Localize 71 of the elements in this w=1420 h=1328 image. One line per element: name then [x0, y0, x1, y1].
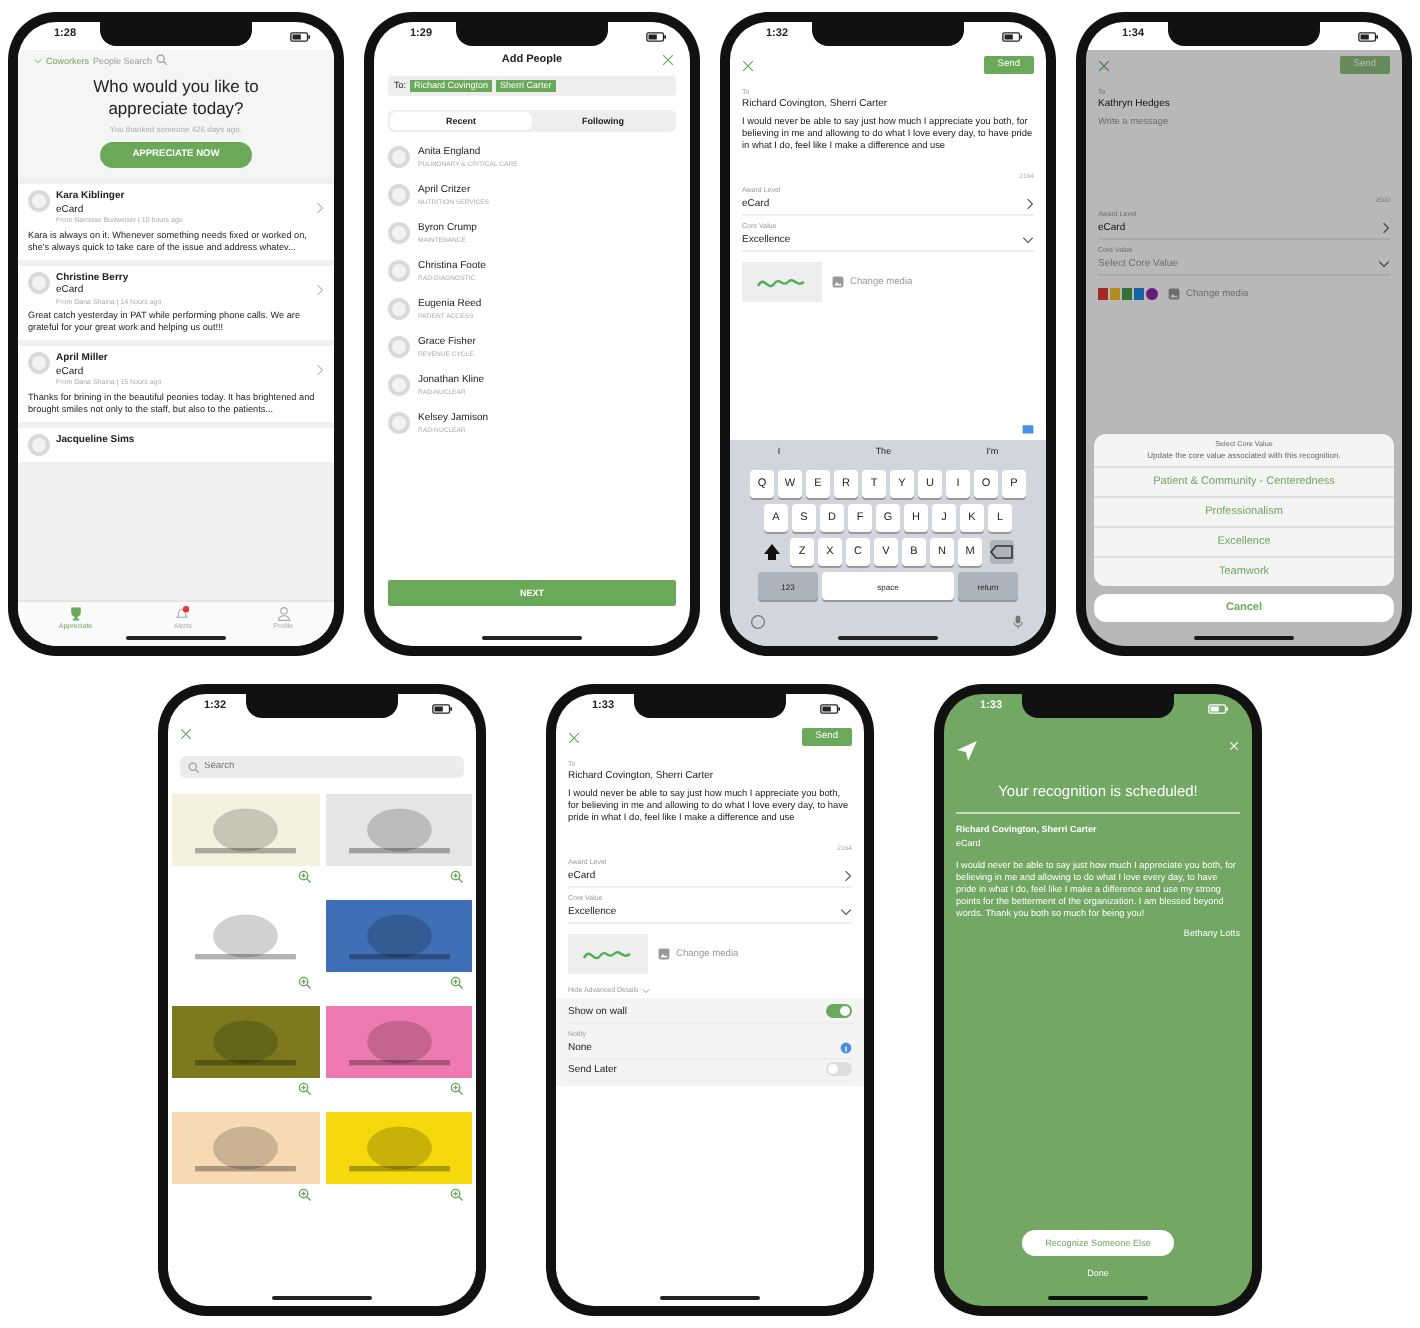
microphone-icon[interactable] — [1010, 614, 1026, 630]
close-icon[interactable] — [742, 59, 754, 71]
avatar-icon — [388, 221, 410, 244]
emoji-icon[interactable] — [750, 614, 766, 630]
avatar-icon — [388, 411, 410, 434]
search-icon[interactable] — [156, 54, 169, 66]
ecard-image[interactable] — [325, 900, 472, 972]
zoom-in-icon[interactable] — [297, 1188, 311, 1202]
zoom-in-icon[interactable] — [450, 1188, 464, 1202]
battery-icon — [1358, 31, 1378, 41]
ecard-image[interactable] — [172, 1006, 319, 1078]
ecard-image[interactable] — [172, 1112, 319, 1184]
paper-plane-icon — [956, 740, 978, 762]
image-icon — [1168, 288, 1180, 301]
avatar-icon — [28, 433, 50, 456]
ecard-image[interactable] — [325, 1112, 472, 1184]
ecard-image[interactable] — [325, 1006, 472, 1078]
chevron-down-icon — [1378, 260, 1390, 269]
search-icon — [188, 761, 200, 773]
avatar-icon — [388, 183, 410, 206]
avatar-icon — [28, 352, 50, 375]
battery-icon — [646, 31, 666, 41]
keyboard-hide-icon[interactable] — [1022, 424, 1034, 437]
info-icon[interactable] — [840, 1042, 852, 1055]
thanks-card-image — [568, 934, 648, 975]
media-logos-icon — [1098, 286, 1158, 303]
avatar-icon — [388, 373, 410, 396]
avatar-icon — [388, 297, 410, 320]
backspace-icon[interactable] — [990, 540, 1014, 564]
image-icon — [832, 276, 844, 289]
zoom-in-icon[interactable] — [450, 870, 464, 884]
close-icon[interactable] — [180, 728, 192, 740]
person-icon — [275, 606, 292, 622]
close-icon[interactable] — [662, 54, 674, 66]
shift-icon[interactable] — [762, 540, 782, 564]
zoom-in-icon[interactable] — [297, 1082, 311, 1096]
avatar-icon — [28, 271, 50, 294]
battery-icon — [432, 703, 452, 713]
battery-icon — [290, 31, 310, 41]
battery-icon — [1002, 31, 1022, 41]
chevron-right-icon — [844, 870, 852, 883]
chevron-right-icon — [316, 202, 324, 215]
zoom-in-icon[interactable] — [450, 1082, 464, 1096]
zoom-in-icon[interactable] — [450, 976, 464, 990]
bell-icon — [174, 606, 191, 622]
ecard-image[interactable] — [325, 794, 472, 866]
chevron-down-icon — [34, 57, 42, 63]
thanks-card-image — [742, 262, 822, 303]
chevron-right-icon — [316, 364, 324, 377]
avatar-icon — [388, 145, 410, 168]
chevron-down-icon — [642, 987, 651, 994]
image-icon — [658, 948, 670, 961]
chevron-right-icon — [1382, 222, 1390, 235]
avatar-icon — [388, 335, 410, 358]
close-icon[interactable] — [568, 731, 580, 743]
avatar-icon — [28, 190, 50, 213]
chevron-right-icon — [316, 283, 324, 296]
chevron-down-icon — [1022, 236, 1034, 245]
toggle-switch[interactable] — [826, 1004, 852, 1019]
battery-icon — [820, 703, 840, 713]
page-heading: Who would you like to appreciate today? — [91, 76, 261, 119]
zoom-in-icon[interactable] — [297, 976, 311, 990]
ecard-image[interactable] — [172, 794, 319, 866]
avatar-icon — [388, 259, 410, 282]
toggle-switch[interactable] — [826, 1062, 852, 1077]
chevron-down-icon — [840, 908, 852, 917]
chevron-right-icon — [1026, 198, 1034, 211]
close-icon[interactable] — [1098, 59, 1110, 71]
zoom-in-icon[interactable] — [297, 870, 311, 884]
battery-icon — [1208, 703, 1228, 713]
trophy-icon — [67, 606, 84, 622]
